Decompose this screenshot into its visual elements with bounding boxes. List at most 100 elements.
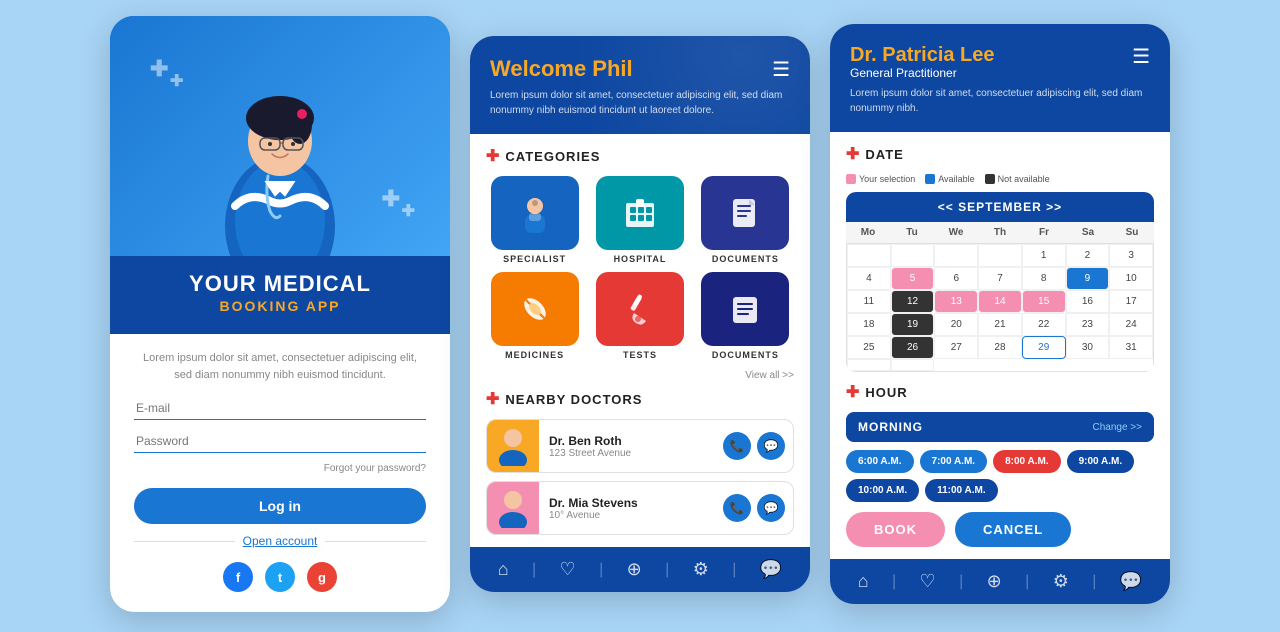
calendar-header[interactable]: << SEPTEMBER >>: [846, 192, 1154, 222]
cal-day-12[interactable]: 12: [891, 290, 935, 313]
cal-day-7[interactable]: 7: [978, 267, 1022, 290]
doctor-1-actions: 📞 💬: [715, 486, 793, 530]
time-slot-5[interactable]: 11:00 A.M.: [925, 479, 998, 502]
category-tests[interactable]: TESTS: [591, 272, 688, 360]
hospital-icon-box: [596, 176, 684, 250]
doctor-card-1[interactable]: Dr. Mia Stevens 10° Avenue 📞 💬: [486, 481, 794, 535]
doctor-0-address: 123 Street Avenue: [549, 448, 705, 459]
time-slot-3[interactable]: 9:00 A.M.: [1067, 450, 1135, 473]
cal-day-24[interactable]: 24: [1109, 313, 1153, 336]
category-hospital[interactable]: HOSPITAL: [591, 176, 688, 264]
booking-home-icon[interactable]: ⌂: [858, 571, 869, 592]
category-documents2[interactable]: DOCUMENTS: [697, 272, 794, 360]
change-link[interactable]: Change >>: [1093, 422, 1143, 433]
cal-day-17[interactable]: 17: [1109, 290, 1153, 313]
booking-heart-icon[interactable]: ♡: [920, 571, 936, 592]
doctor-card-0[interactable]: Dr. Ben Roth 123 Street Avenue 📞 💬: [486, 419, 794, 473]
time-slot-1[interactable]: 7:00 A.M.: [920, 450, 988, 473]
cal-day-19[interactable]: 19: [891, 313, 935, 336]
booking-chat-icon[interactable]: 💬: [1120, 571, 1142, 592]
cal-day-13[interactable]: 13: [934, 290, 978, 313]
cal-day-9[interactable]: 9: [1066, 267, 1110, 290]
cal-day-15[interactable]: 15: [1022, 290, 1066, 313]
cal-day-22[interactable]: 22: [1022, 313, 1066, 336]
cal-day-18[interactable]: 18: [847, 313, 891, 336]
cross-decoration-1: ✚: [150, 56, 168, 82]
cal-day-10[interactable]: 10: [1109, 267, 1153, 290]
hour-section-header: ✚ HOUR: [846, 382, 1154, 402]
cal-day-23[interactable]: 23: [1066, 313, 1110, 336]
booking-plus-icon[interactable]: ⊕: [987, 571, 1002, 592]
cal-day-3[interactable]: 3: [1109, 244, 1153, 267]
cal-day-8[interactable]: 8: [1022, 267, 1066, 290]
twitter-button[interactable]: t: [265, 562, 295, 592]
dashboard-footer: ⌂ | ♡ | ⊕ | ⚙ | 💬: [470, 547, 810, 592]
date-legend: Your selection Available Not available: [846, 174, 1154, 184]
cal-day-26[interactable]: 26: [891, 336, 935, 359]
cal-day-25[interactable]: 25: [847, 336, 891, 359]
cal-day-6[interactable]: 6: [934, 267, 978, 290]
cal-day-14[interactable]: 14: [978, 290, 1022, 313]
cal-empty-6: [891, 359, 935, 371]
legend-your-selection: Your selection: [846, 174, 915, 184]
cal-day-29[interactable]: 29: [1022, 336, 1066, 359]
doctor-1-message-button[interactable]: 💬: [757, 494, 785, 522]
book-button[interactable]: BOOK: [846, 512, 945, 547]
doctor-0-phone-button[interactable]: 📞: [723, 432, 751, 460]
legend-available: Available: [925, 174, 974, 184]
cancel-button[interactable]: CANCEL: [955, 512, 1071, 547]
chat-icon[interactable]: 💬: [760, 559, 782, 580]
hour-title: HOUR: [865, 385, 907, 400]
header-top: Welcome Phil ☰: [490, 56, 790, 82]
categories-cross-icon: ✚: [486, 146, 499, 166]
category-specialist[interactable]: SPECIALIST: [486, 176, 583, 264]
doctor-0-message-button[interactable]: 💬: [757, 432, 785, 460]
open-account-link[interactable]: Open account: [134, 534, 426, 548]
booking-menu-icon[interactable]: ☰: [1132, 44, 1150, 69]
day-th: Th: [978, 222, 1022, 243]
cal-day-4[interactable]: 4: [847, 267, 891, 290]
booking-settings-icon[interactable]: ⚙: [1053, 571, 1069, 592]
app-container: ✚ ✚ ✚ ✚: [0, 0, 1280, 632]
cal-day-31[interactable]: 31: [1109, 336, 1153, 359]
time-slot-2[interactable]: 8:00 A.M.: [993, 450, 1061, 473]
cal-day-27[interactable]: 27: [934, 336, 978, 359]
time-slot-4[interactable]: 10:00 A.M.: [846, 479, 919, 502]
doctor-1-info: Dr. Mia Stevens 10° Avenue: [539, 488, 715, 529]
password-field[interactable]: [134, 430, 426, 453]
home-icon[interactable]: ⌂: [498, 559, 509, 580]
tests-label: TESTS: [623, 350, 657, 360]
cal-day-1[interactable]: 1: [1022, 244, 1066, 267]
settings-icon[interactable]: ⚙: [693, 559, 709, 580]
cal-day-5[interactable]: 5: [891, 267, 935, 290]
calendar-grid: 1 2 3 4 5 6 7 8 9 10 11 12 13 14 15: [846, 243, 1154, 372]
plus-icon[interactable]: ⊕: [627, 559, 642, 580]
forgot-password-link[interactable]: Forgot your password?: [134, 463, 426, 474]
specialist-label: SPECIALIST: [503, 254, 566, 264]
doctor-name-title: Dr. Patricia Lee: [850, 44, 995, 66]
heart-icon[interactable]: ♡: [560, 559, 576, 580]
cal-day-21[interactable]: 21: [978, 313, 1022, 336]
dashboard-screen: Welcome Phil ☰ Lorem ipsum dolor sit ame…: [470, 36, 810, 592]
login-button[interactable]: Log in: [134, 488, 426, 524]
hamburger-menu-icon[interactable]: ☰: [772, 57, 790, 82]
time-slot-0[interactable]: 6:00 A.M.: [846, 450, 914, 473]
cal-day-2[interactable]: 2: [1066, 244, 1110, 267]
doctor-specialty: General Practitioner: [850, 66, 995, 80]
email-field[interactable]: [134, 397, 426, 420]
cal-day-20[interactable]: 20: [934, 313, 978, 336]
cal-day-11[interactable]: 11: [847, 290, 891, 313]
title-area: YOUR MEDICAL BOOKING APP: [110, 256, 450, 334]
cal-day-28[interactable]: 28: [978, 336, 1022, 359]
cal-day-30[interactable]: 30: [1066, 336, 1110, 359]
facebook-button[interactable]: f: [223, 562, 253, 592]
view-all-link[interactable]: View all >>: [486, 370, 794, 381]
cal-day-16[interactable]: 16: [1066, 290, 1110, 313]
documents2-icon: [725, 289, 765, 329]
doctor-1-phone-button[interactable]: 📞: [723, 494, 751, 522]
google-button[interactable]: g: [307, 562, 337, 592]
booking-body: ✚ DATE Your selection Available Not avai…: [830, 132, 1170, 559]
category-documents[interactable]: DOCUMENTS: [697, 176, 794, 264]
category-medicines[interactable]: MEDICINES: [486, 272, 583, 360]
day-mo: Mo: [846, 222, 890, 243]
